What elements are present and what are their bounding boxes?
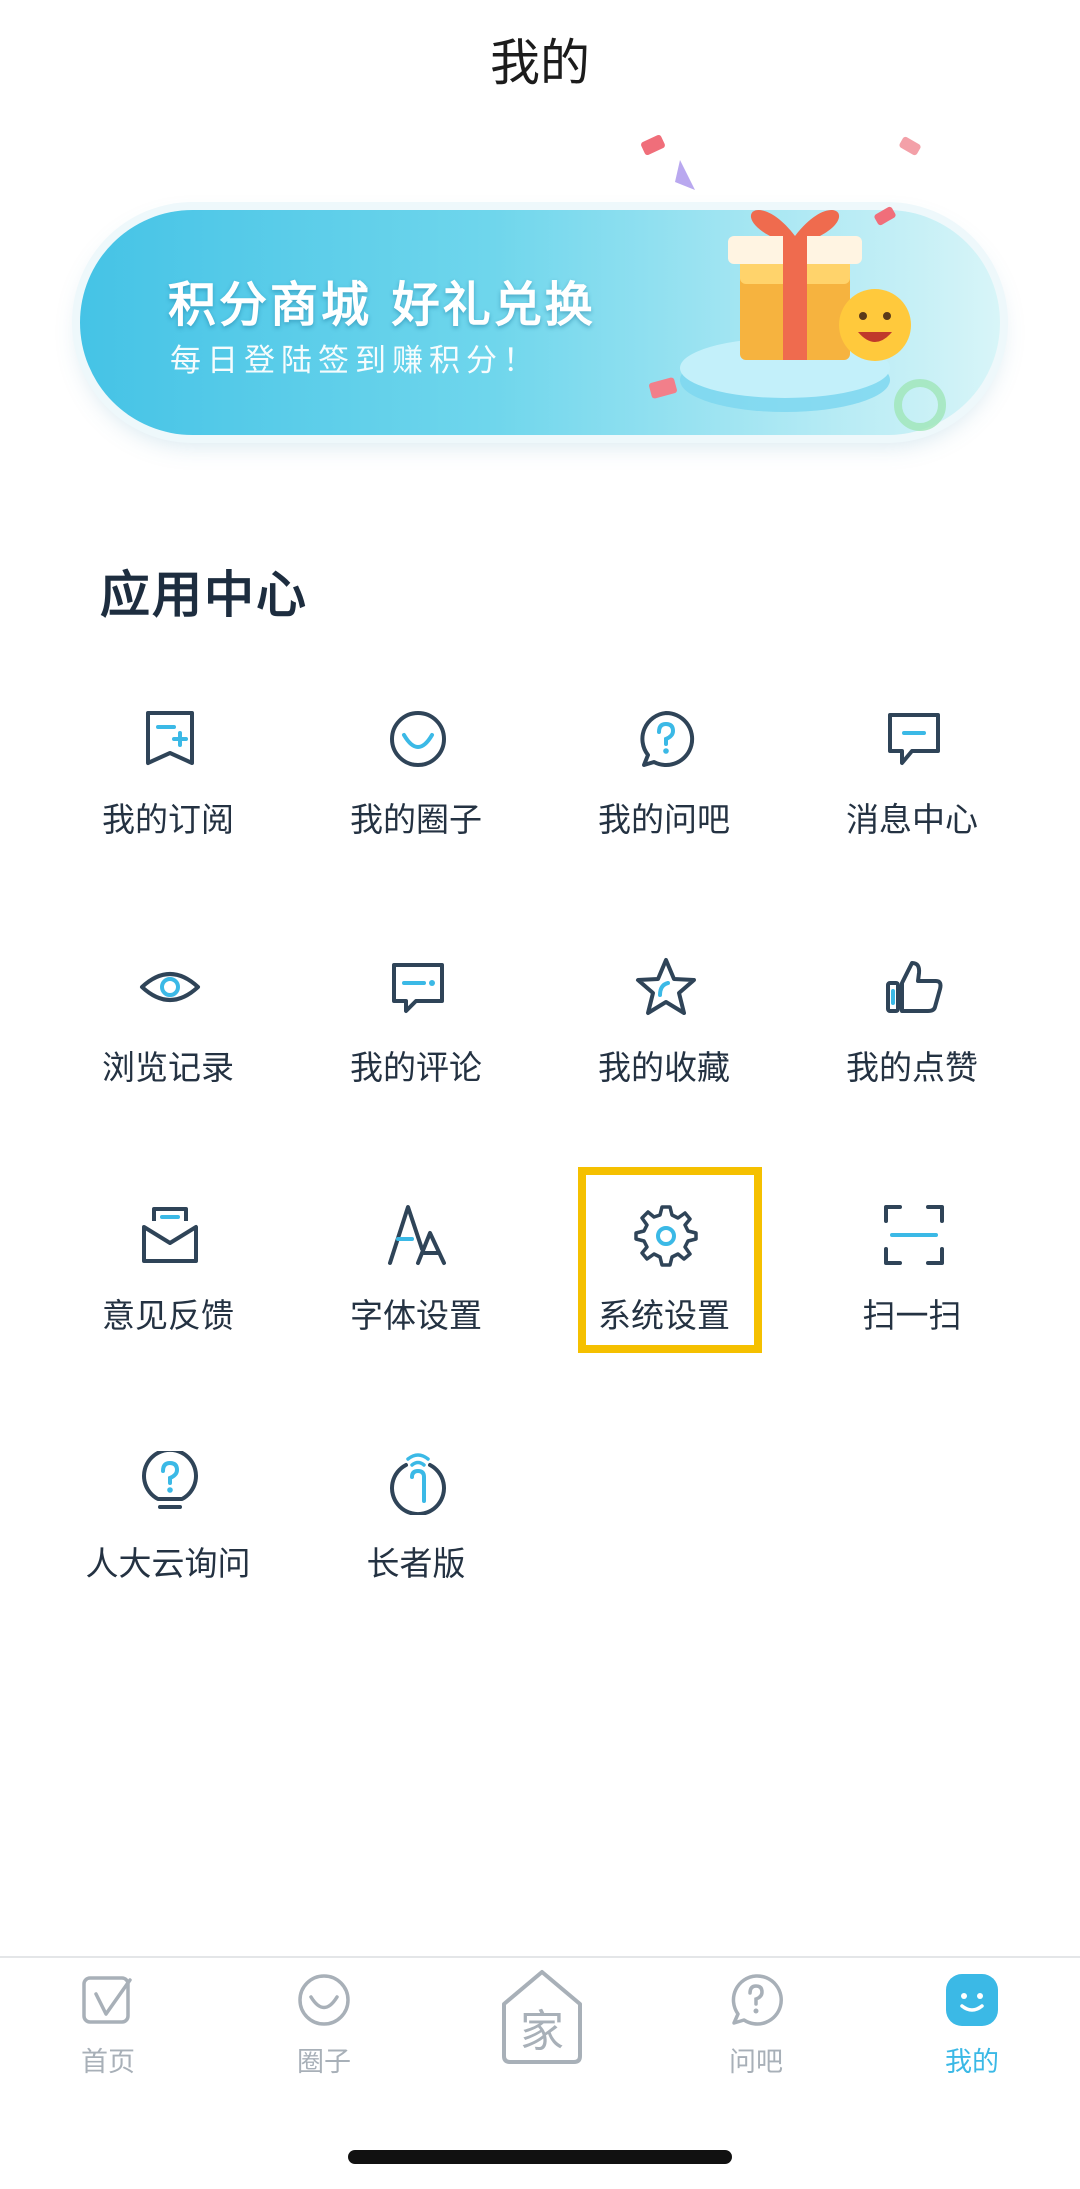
tab-circle[interactable]: 圈子 xyxy=(216,1958,432,2108)
gift-box-illustration xyxy=(641,134,946,431)
thumbs-up-icon xyxy=(886,961,943,1013)
grid-item-label: 我的点赞 xyxy=(846,1048,978,1087)
help-bulb-icon xyxy=(142,1451,198,1509)
grid-item-label: 扫一扫 xyxy=(862,1296,962,1335)
grid-item-font-settings[interactable]: 字体设置 xyxy=(292,1191,540,1371)
tab-label: 圈子 xyxy=(297,2047,351,2078)
grid-item-my-favorites[interactable]: 我的收藏 xyxy=(540,943,788,1123)
grid-item-label: 我的评论 xyxy=(350,1048,482,1087)
grid-item-my-circle[interactable]: 我的圈子 xyxy=(292,695,540,875)
home-indicator xyxy=(348,2150,732,2164)
banner-title: 积分商城 好礼兑换 xyxy=(168,277,596,333)
subscribe-icon xyxy=(146,711,194,765)
tab-mine[interactable]: 我的 xyxy=(864,1958,1080,2108)
home-tab-icon xyxy=(82,1976,132,2024)
tab-label: 我的 xyxy=(945,2047,999,2078)
circle-tab-icon xyxy=(298,1974,350,2026)
points-mall-banner[interactable]: 积分商城 好礼兑换 每日登陆签到赚积分！ xyxy=(60,120,1020,460)
star-icon xyxy=(636,958,696,1015)
tab-home[interactable]: 首页 xyxy=(0,1958,216,2108)
grid-item-my-wenba[interactable]: 我的问吧 xyxy=(540,695,788,875)
grid-item-label: 我的收藏 xyxy=(598,1048,730,1087)
page-title: 我的 xyxy=(490,34,590,92)
grid-item-elder-mode[interactable]: 长者版 xyxy=(292,1439,540,1619)
comment-icon xyxy=(392,963,444,1013)
tab-label: 问吧 xyxy=(729,2047,783,2078)
grid-item-label: 长者版 xyxy=(366,1544,466,1583)
grid-item-scan[interactable]: 扫一扫 xyxy=(788,1191,1036,1371)
grid-item-label: 我的圈子 xyxy=(350,800,482,839)
app-center-heading: 应用中心 xyxy=(100,566,308,624)
grid-item-my-comments[interactable]: 我的评论 xyxy=(292,943,540,1123)
family-house-icon: 家 xyxy=(502,1970,582,2064)
banner-subtitle: 每日登陆签到赚积分！ xyxy=(170,343,540,379)
smile-tab-icon xyxy=(946,1974,998,2026)
grid-item-browse-history[interactable]: 浏览记录 xyxy=(44,943,292,1123)
grid-item-label: 消息中心 xyxy=(846,800,978,839)
grid-item-label: 人大云询问 xyxy=(85,1544,251,1583)
grid-item-label: 我的问吧 xyxy=(598,800,730,839)
grid-item-label: 我的订阅 xyxy=(102,800,234,839)
message-icon xyxy=(888,713,940,765)
family-house-glyph: 家 xyxy=(520,2006,564,2057)
question-bubble-icon xyxy=(640,710,695,767)
font-icon xyxy=(388,1205,446,1265)
grid-item-feedback[interactable]: 意见反馈 xyxy=(44,1191,292,1371)
question-tab-icon xyxy=(731,1974,783,2026)
tab-wenba[interactable]: 问吧 xyxy=(648,1958,864,2108)
grid-item-message-center[interactable]: 消息中心 xyxy=(788,695,1036,875)
feedback-mail-icon xyxy=(142,1207,198,1263)
scan-icon xyxy=(884,1205,944,1265)
grid-item-label: 意见反馈 xyxy=(102,1296,234,1335)
grid-item-label: 字体设置 xyxy=(350,1296,482,1335)
selection-highlight xyxy=(578,1167,762,1353)
tab-family[interactable]: 家 xyxy=(498,1966,586,2066)
eye-icon xyxy=(140,972,200,1002)
grid-item-renda-cloud-inquiry[interactable]: 人大云询问 xyxy=(44,1439,292,1619)
circle-icon xyxy=(390,711,446,767)
elder-mode-icon xyxy=(390,1453,446,1515)
grid-item-label: 浏览记录 xyxy=(102,1048,234,1087)
grid-item-my-likes[interactable]: 我的点赞 xyxy=(788,943,1036,1123)
tab-label: 首页 xyxy=(81,2047,135,2078)
grid-item-my-subscription[interactable]: 我的订阅 xyxy=(44,695,292,875)
